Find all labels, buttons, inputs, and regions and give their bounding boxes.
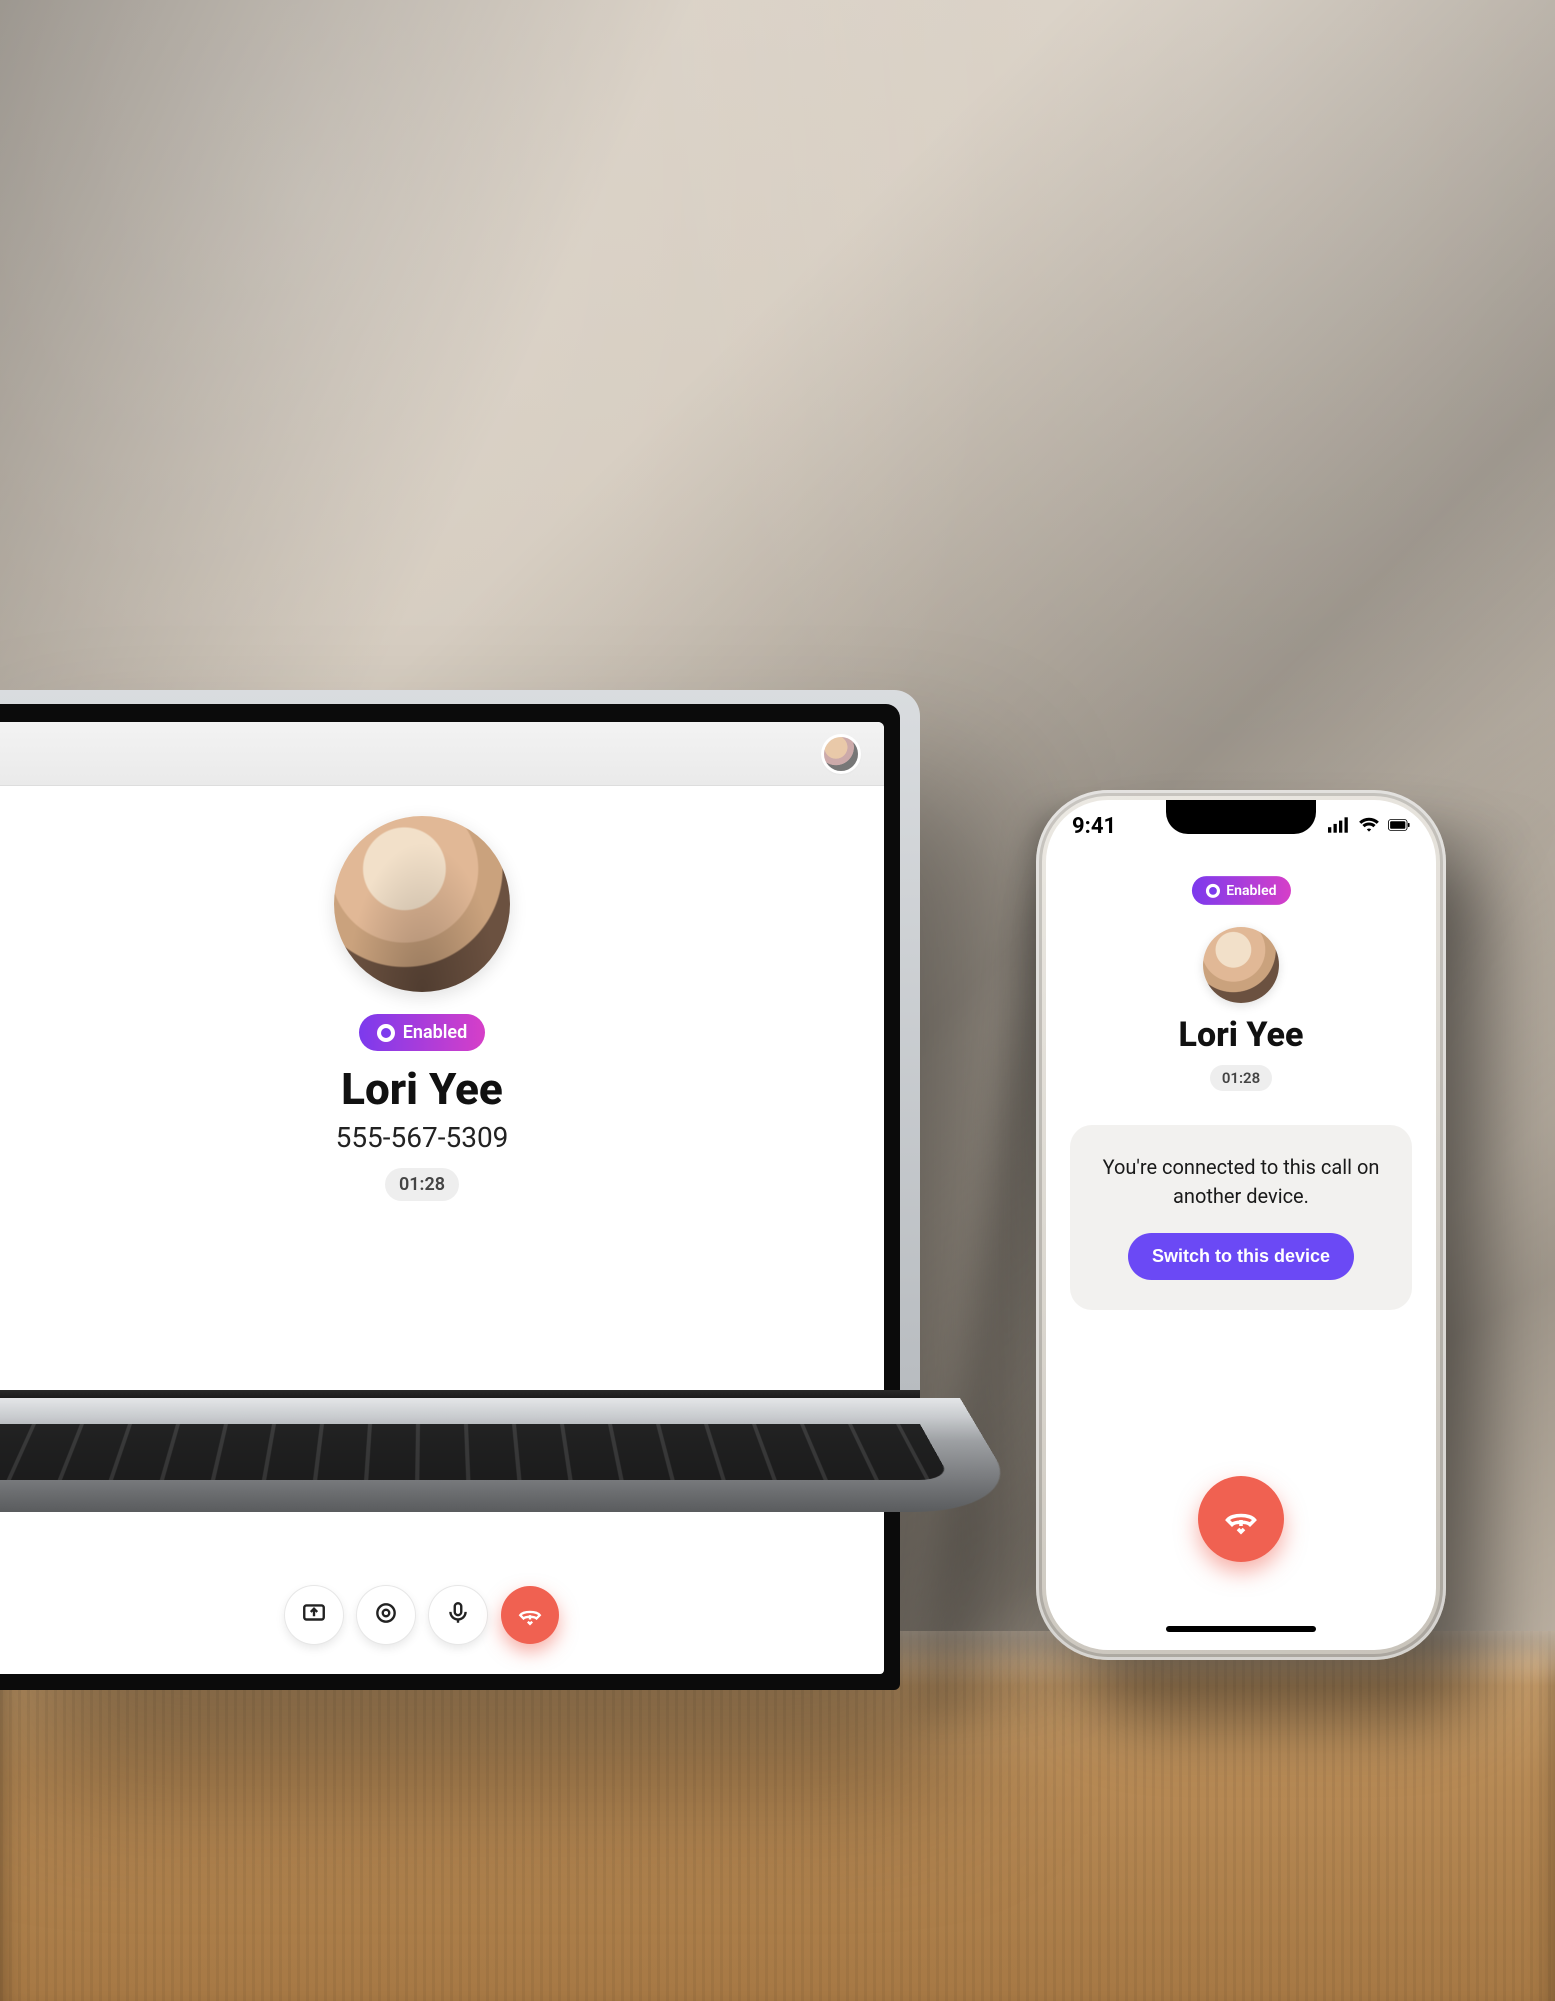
microphone-icon — [445, 1600, 471, 1630]
contact-avatar — [1203, 927, 1279, 1003]
phone-screen: 9:41 Enabled — [1046, 800, 1436, 1650]
home-indicator[interactable] — [1166, 1626, 1316, 1632]
share-screen-button[interactable] — [285, 1586, 343, 1644]
call-duration-chip: 01:28 — [385, 1168, 459, 1201]
call-duration-chip: 01:28 — [1210, 1065, 1272, 1091]
enabled-badge: Enabled — [1192, 876, 1291, 905]
hangup-icon — [1223, 1499, 1259, 1539]
contact-phone: 555-567-5309 — [336, 1121, 509, 1154]
phone-device: 9:41 Enabled — [1036, 790, 1446, 1660]
enabled-badge-label: Enabled — [1226, 882, 1276, 898]
status-time: 9:41 — [1072, 814, 1116, 839]
contact-avatar — [334, 816, 510, 992]
battery-icon — [1388, 814, 1410, 839]
browser-toolbar — [0, 722, 884, 786]
hangup-icon — [517, 1600, 543, 1630]
record-button[interactable] — [357, 1586, 415, 1644]
status-right — [1328, 814, 1410, 839]
status-dot-icon — [1206, 883, 1220, 897]
laptop-keyboard — [0, 1424, 951, 1480]
wifi-icon — [1358, 814, 1380, 839]
record-icon — [373, 1600, 399, 1630]
other-device-message: You're connected to this call on another… — [1096, 1153, 1386, 1211]
contact-name: Lori Yee — [1179, 1015, 1304, 1055]
cellular-signal-icon — [1328, 814, 1350, 839]
call-controls — [0, 1586, 884, 1644]
status-dot-icon — [377, 1024, 395, 1042]
laptop-device: Enabled Lori Yee 555-567-5309 01:28 — [0, 690, 920, 1730]
laptop-call-view: Enabled Lori Yee 555-567-5309 01:28 — [0, 786, 884, 1674]
share-screen-icon — [301, 1600, 327, 1630]
hangup-button[interactable] — [501, 1586, 559, 1644]
enabled-badge: Enabled — [359, 1014, 486, 1051]
contact-name: Lori Yee — [341, 1063, 503, 1115]
phone-notch — [1166, 800, 1316, 834]
account-avatar[interactable] — [824, 737, 858, 771]
other-device-card: You're connected to this call on another… — [1070, 1125, 1412, 1310]
phone-call-view: Enabled Lori Yee 01:28 You're connected … — [1046, 872, 1436, 1650]
hangup-button[interactable] — [1198, 1476, 1284, 1562]
switch-device-button[interactable]: Switch to this device — [1128, 1233, 1354, 1280]
mute-button[interactable] — [429, 1586, 487, 1644]
scene-background: Enabled Lori Yee 555-567-5309 01:28 — [0, 0, 1555, 2001]
laptop-screen: Enabled Lori Yee 555-567-5309 01:28 — [0, 722, 884, 1674]
enabled-badge-label: Enabled — [403, 1022, 468, 1043]
